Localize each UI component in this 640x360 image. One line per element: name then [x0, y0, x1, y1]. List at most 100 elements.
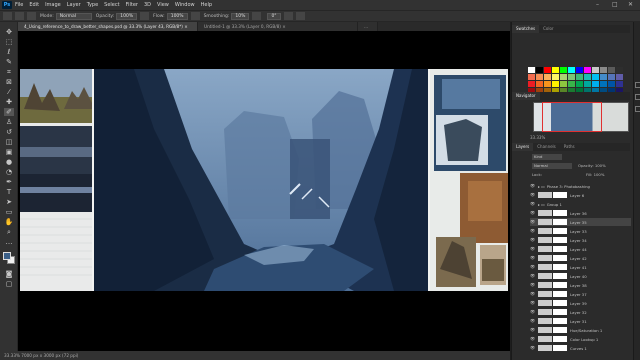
swatch-color[interactable]	[576, 81, 583, 87]
swatch-color[interactable]	[568, 81, 575, 87]
swatch-color[interactable]	[616, 81, 623, 87]
visibility-eye-icon[interactable]: 👁	[530, 211, 535, 215]
tab-layers[interactable]: Layers	[512, 143, 534, 151]
swatch-color[interactable]	[616, 67, 623, 73]
close-button[interactable]: ✕	[628, 1, 633, 8]
swatch-color[interactable]	[544, 74, 551, 80]
tab-more[interactable]: ...	[358, 22, 378, 31]
layer-mask-thumbnail[interactable]	[553, 300, 567, 306]
crop-tool-icon[interactable]: ⌗	[4, 68, 14, 76]
visibility-eye-icon[interactable]: 👁	[530, 337, 535, 341]
visibility-eye-icon[interactable]: 👁	[530, 265, 535, 269]
layer-mask-thumbnail[interactable]	[553, 291, 567, 297]
type-tool-icon[interactable]: T	[4, 188, 14, 196]
layer-mask-thumbnail[interactable]	[553, 210, 567, 216]
layers-opacity-input[interactable]: 100%	[595, 163, 606, 168]
rectangle-tool-icon[interactable]: ▭	[4, 208, 14, 216]
swatch-color[interactable]	[592, 67, 599, 73]
pressure-opacity-icon[interactable]	[140, 12, 150, 20]
move-tool-icon[interactable]: ✥	[4, 28, 14, 36]
layer-row[interactable]: 👁 Layer 31	[530, 317, 631, 325]
marquee-tool-icon[interactable]: ⬚	[4, 38, 14, 46]
swatch-color[interactable]	[608, 67, 615, 73]
canvas-area[interactable]	[18, 31, 510, 351]
visibility-eye-icon[interactable]: 👁	[530, 319, 535, 323]
layer-mask-thumbnail[interactable]	[553, 264, 567, 270]
visibility-eye-icon[interactable]: 👁	[530, 346, 535, 350]
layer-row[interactable]: 👁 Layer 44	[530, 245, 631, 253]
visibility-eye-icon[interactable]: 👁	[530, 184, 535, 188]
swatch-color[interactable]	[536, 74, 543, 80]
swatch-color[interactable]	[584, 67, 591, 73]
tab-color[interactable]: Color	[539, 25, 557, 33]
quick-select-tool-icon[interactable]: ✎	[4, 58, 14, 66]
navigator-view-box[interactable]	[542, 102, 602, 132]
tab-swatches[interactable]: Swatches	[512, 25, 540, 33]
swatch-color[interactable]	[568, 67, 575, 73]
folder-icon[interactable]: ▸ ▭	[538, 202, 545, 207]
mode-select[interactable]: Normal	[55, 12, 92, 20]
adjustments-icon[interactable]	[635, 106, 640, 112]
menu-image[interactable]: Image	[45, 2, 61, 8]
eraser-tool-icon[interactable]: ◫	[4, 138, 14, 146]
layer-row[interactable]: 👁 Layer 41	[530, 263, 631, 271]
visibility-eye-icon[interactable]: 👁	[530, 238, 535, 242]
swatch-color[interactable]	[592, 81, 599, 87]
quick-mask-icon[interactable]: ◙	[4, 270, 14, 278]
history-icon[interactable]	[635, 82, 640, 88]
visibility-eye-icon[interactable]: 👁	[530, 292, 535, 296]
visibility-eye-icon[interactable]: 👁	[530, 229, 535, 233]
swatch-color[interactable]	[536, 67, 543, 73]
swatch-color[interactable]	[592, 74, 599, 80]
layer-row[interactable]: 👁 Layer 32	[530, 308, 631, 316]
fill-input[interactable]: 100%	[594, 172, 605, 177]
swatch-color[interactable]	[528, 74, 535, 80]
eyedropper-tool-icon[interactable]: ⁄	[4, 88, 14, 96]
frame-tool-icon[interactable]: ⊠	[4, 78, 14, 86]
swatch-color[interactable]	[560, 81, 567, 87]
swatch-color[interactable]	[560, 67, 567, 73]
tab-untitled[interactable]: Untitled-1 @ 33.3% (Layer 0, RGB/8) ×	[198, 22, 358, 31]
layer-mask-thumbnail[interactable]	[553, 282, 567, 288]
visibility-eye-icon[interactable]: 👁	[530, 220, 535, 224]
tab-paths[interactable]: Paths	[560, 143, 579, 151]
layer-row[interactable]: 👁 Layer 35	[530, 218, 631, 226]
visibility-eye-icon[interactable]: 👁	[530, 256, 535, 260]
layer-mask-thumbnail[interactable]	[553, 255, 567, 261]
blend-mode-select[interactable]: Normal	[532, 163, 572, 169]
hand-tool-icon[interactable]: ✋	[4, 218, 14, 226]
flow-input[interactable]: 100%	[166, 12, 188, 20]
layer-row[interactable]: 👁 Hue/Saturation 1	[530, 326, 631, 334]
swatch-color[interactable]	[552, 81, 559, 87]
menu-layer[interactable]: Layer	[67, 2, 81, 8]
healing-tool-icon[interactable]: ✚	[4, 98, 14, 106]
maximize-button[interactable]: □	[612, 1, 618, 8]
brush-size-icon[interactable]	[15, 12, 24, 20]
layer-row[interactable]: 👁 Layer 36	[530, 209, 631, 217]
layer-mask-thumbnail[interactable]	[553, 192, 567, 198]
layer-group-row[interactable]: 👁 ▸ ▭ Group 1	[530, 200, 631, 208]
swatch-color[interactable]	[616, 74, 623, 80]
opacity-input[interactable]: 100%	[116, 12, 138, 20]
swatch-color[interactable]	[600, 81, 607, 87]
gradient-tool-icon[interactable]: ▣	[4, 148, 14, 156]
visibility-eye-icon[interactable]: 👁	[530, 274, 535, 278]
layer-mask-thumbnail[interactable]	[553, 345, 567, 351]
smoothing-input[interactable]: 10%	[231, 12, 250, 20]
swatch-color[interactable]	[600, 67, 607, 73]
path-select-tool-icon[interactable]: ➤	[4, 198, 14, 206]
brush-tool-icon[interactable]: ✐	[4, 108, 14, 116]
swatch-color[interactable]	[608, 74, 615, 80]
history-brush-tool-icon[interactable]: ↺	[4, 128, 14, 136]
layer-mask-thumbnail[interactable]	[553, 336, 567, 342]
menu-help[interactable]: Help	[201, 2, 212, 8]
swatch-color[interactable]	[576, 67, 583, 73]
visibility-eye-icon[interactable]: 👁	[530, 328, 535, 332]
angle-input[interactable]: 0°	[267, 12, 281, 20]
menu-edit[interactable]: Edit	[29, 2, 39, 8]
lasso-tool-icon[interactable]: ℓ	[4, 48, 14, 56]
tab-navigator[interactable]: Navigator	[512, 92, 540, 100]
layer-mask-thumbnail[interactable]	[553, 246, 567, 252]
airbrush-icon[interactable]	[190, 12, 200, 20]
layer-row[interactable]: 👁 Layer 6	[530, 191, 631, 199]
